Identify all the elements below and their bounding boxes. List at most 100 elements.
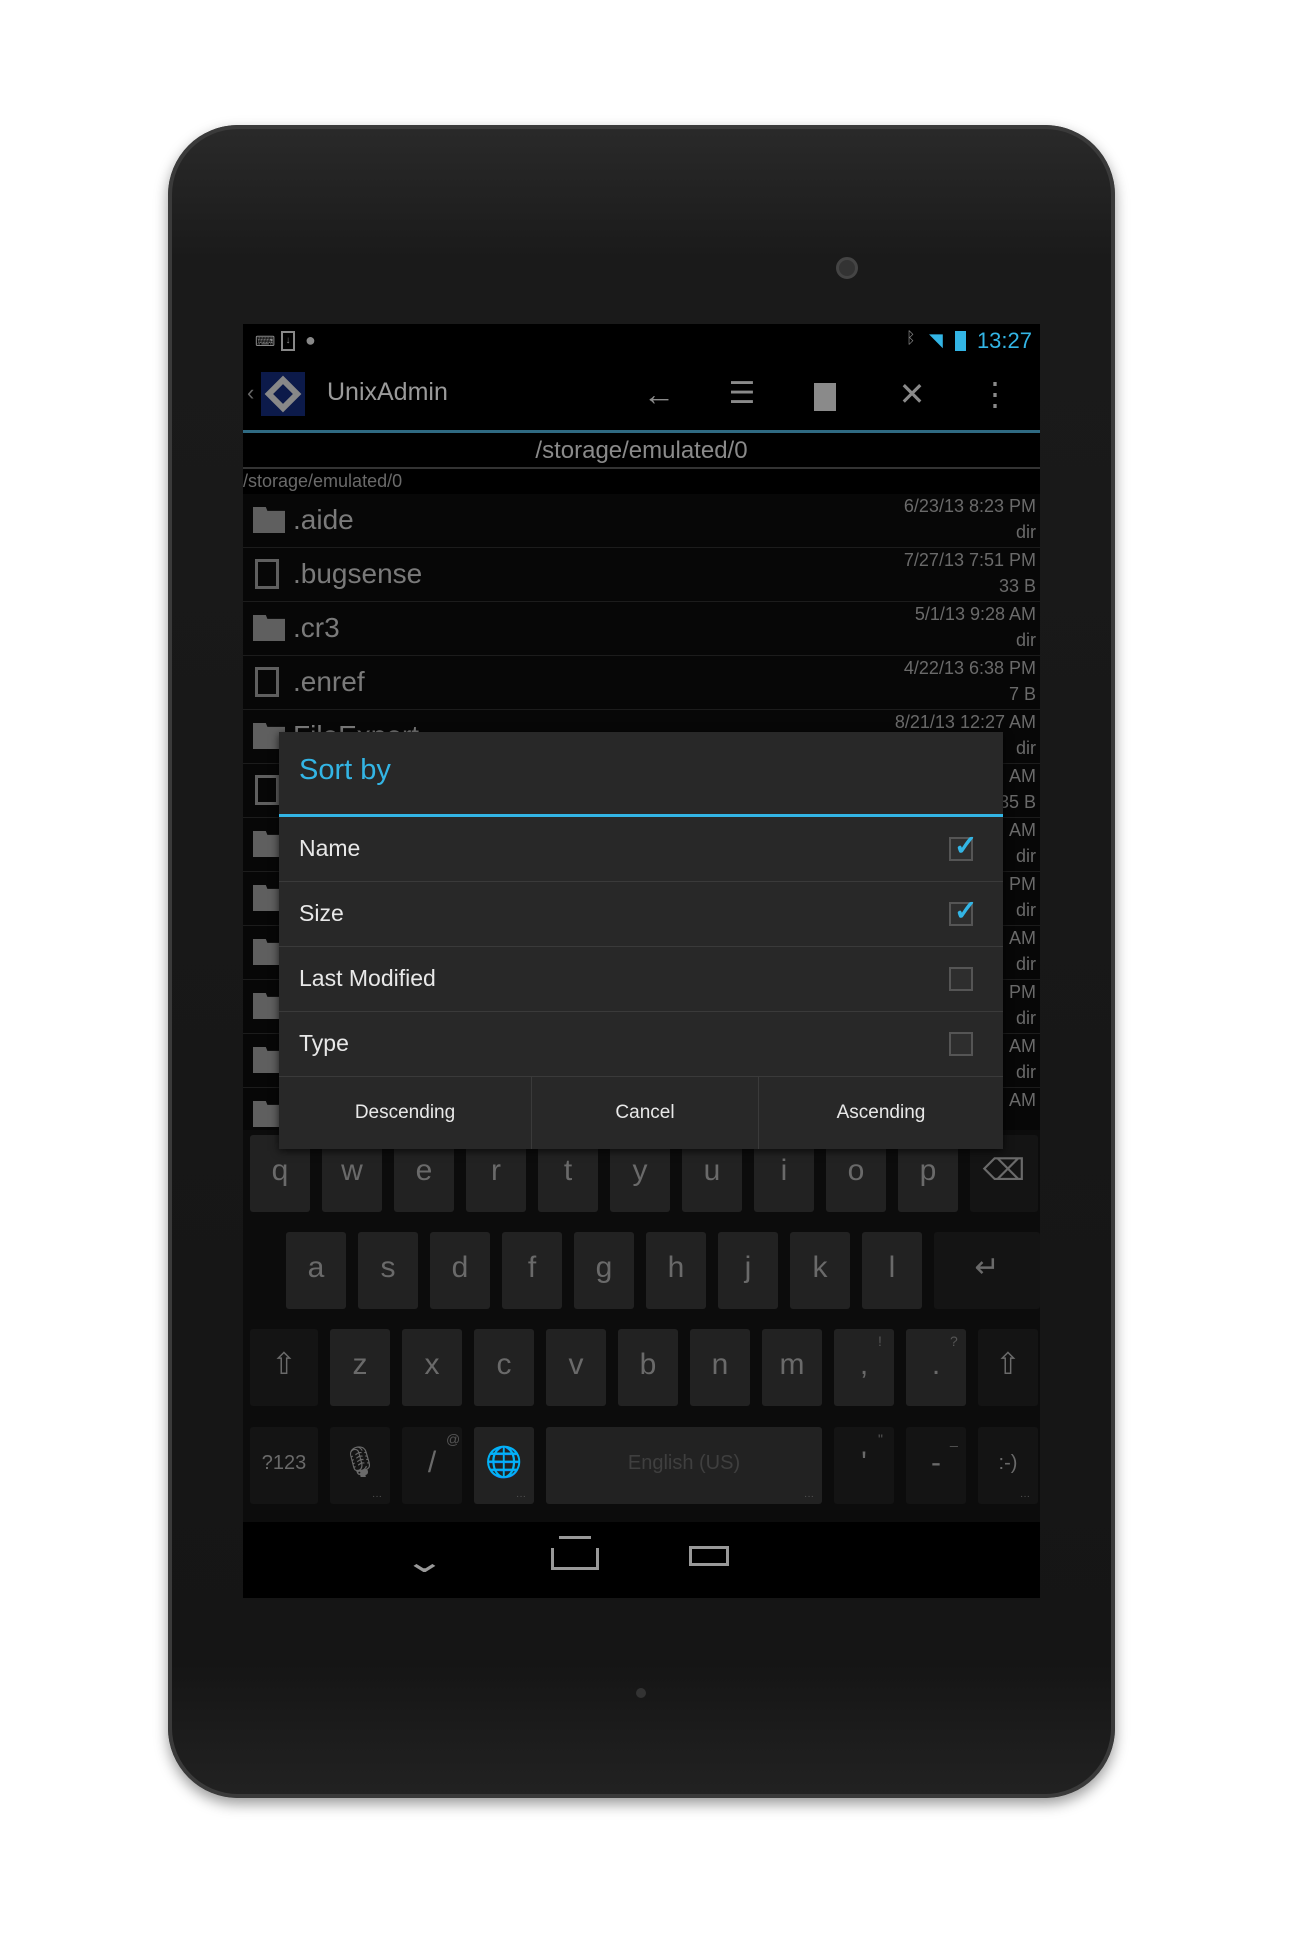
key-n[interactable]: n [690,1329,750,1406]
sort-option-name[interactable]: Name ✓ [279,817,1003,882]
file-size: dir [1015,738,1036,758]
home-roof-icon [559,1536,591,1552]
checkbox[interactable] [949,1032,973,1056]
checkbox[interactable]: ✓ [949,830,977,861]
sort-icon[interactable]: ☰ [722,374,762,414]
key-v[interactable]: v [546,1329,606,1406]
key-c[interactable]: c [474,1329,534,1406]
file-size: dir [1015,846,1036,866]
key-b[interactable]: b [618,1329,678,1406]
file-size: dir [1015,522,1036,542]
clock: 13:27 [976,328,1032,353]
file-date: AM [1009,820,1036,840]
more-keys-icon: ··· [804,1491,814,1502]
ascending-button[interactable]: Ascending [759,1076,1003,1149]
file-row[interactable]: .enref 4/22/13 6:38 PM 7 B [243,656,1040,710]
close-icon[interactable]: ✕ [892,374,932,414]
key-z[interactable]: z [330,1329,390,1406]
screen: ⌨ ↓ ● ᛒ ◥ 13:27 ‹ UnixAdmin ← ☰ ✕ ⋮ /sto… [243,324,1040,1598]
option-label: Last Modified [299,965,436,991]
up-caret-icon[interactable]: ‹ [247,380,254,406]
file-date: AM [1009,1090,1036,1110]
file-row[interactable]: .cr3 5/1/13 9:28 AM dir [243,602,1040,656]
key-g[interactable]: g [574,1232,634,1309]
cancel-button[interactable]: Cancel [532,1076,759,1149]
key-f[interactable]: f [502,1232,562,1309]
sort-option-size[interactable]: Size ✓ [279,882,1003,947]
enter-key[interactable]: ↵ [934,1232,1040,1309]
key-a[interactable]: a [286,1232,346,1309]
file-row[interactable]: .bugsense 7/27/13 7:51 PM 33 B [243,548,1040,602]
key-comma[interactable]: , [834,1329,894,1406]
file-icon [255,559,279,589]
path-header: /storage/emulated/0 [243,433,1040,469]
shift-key-right[interactable]: ⇧ [978,1329,1038,1406]
sort-option-last-modified[interactable]: Last Modified [279,947,1003,1012]
shift-key-left[interactable]: ⇧ [250,1329,318,1406]
file-row[interactable]: .aide 6/23/13 8:23 PM dir [243,494,1040,548]
keyboard-icon: ⌨ [255,333,276,349]
status-bar: ⌨ ↓ ● ᛒ ◥ 13:27 [243,324,1040,358]
recent-apps-icon[interactable] [689,1546,729,1566]
wifi-icon: ◥ [929,330,943,350]
key-d[interactable]: d [430,1232,490,1309]
download-icon: ↓ [281,331,295,351]
app-title: UnixAdmin [327,378,448,406]
app-logo[interactable] [261,372,305,416]
overflow-menu-icon[interactable]: ⋮ [975,374,1015,414]
file-date: AM [1009,928,1036,948]
folder-icon [253,507,285,533]
keyboard: q w e r t y u i o p ⌫ a s d f g h j k l ↵ ⇧ z x c v b n m,!.? ⇧ ?123 🎙 ·… [243,1130,1040,1522]
file-size: dir [1015,630,1036,650]
apostrophe-key[interactable]: ' [834,1427,894,1504]
more-keys-icon: ··· [372,1491,382,1502]
back-arrow-icon[interactable]: ← [639,374,679,414]
new-file-icon[interactable] [805,374,845,414]
key-h[interactable]: h [646,1232,706,1309]
device-sensor [636,1688,646,1698]
key-hint: " [878,1431,883,1447]
file-size: 33 B [998,576,1036,596]
key-l[interactable]: l [862,1232,922,1309]
battery-charging-icon [955,331,966,351]
key-hint: _ [950,1431,958,1447]
file-size: dir [1015,1008,1036,1028]
file-size: dir [1015,900,1036,920]
key-k[interactable]: k [790,1232,850,1309]
symbols-key[interactable]: ?123 [250,1427,318,1504]
folder-icon [253,615,285,641]
file-date: PM [1009,982,1036,1002]
key-hint: ? [950,1333,958,1349]
checkbox[interactable]: ✓ [949,895,977,926]
dialog-buttons: Descending Cancel Ascending [279,1076,1003,1149]
file-name: .aide [293,504,354,535]
key-hint: @ [446,1431,461,1447]
key-hint: ! [878,1333,882,1349]
key-j[interactable]: j [718,1232,778,1309]
descending-button[interactable]: Descending [279,1076,532,1149]
space-key[interactable]: English (US) [546,1427,822,1504]
file-size: dir [1015,954,1036,974]
key-m[interactable]: m [762,1329,822,1406]
bluetooth-icon: ᛒ [906,330,916,347]
option-label: Name [299,835,361,861]
file-name: .bugsense [293,558,423,589]
file-size: 35 B [998,792,1036,812]
checkmark-icon: ✓ [954,895,978,926]
back-down-icon[interactable]: ⌄ [403,1542,446,1580]
file-date: 7/27/13 7:51 PM [903,550,1036,570]
checkbox[interactable] [949,967,973,991]
option-label: Type [299,1030,349,1056]
dialog-title: Sort by [299,754,391,786]
file-date: PM [1009,874,1036,894]
front-camera [836,257,858,279]
key-x[interactable]: x [402,1329,462,1406]
option-label: Size [299,900,344,926]
file-date: 5/1/13 9:28 AM [914,604,1036,624]
checkmark-icon: ✓ [954,830,978,861]
key-s[interactable]: s [358,1232,418,1309]
sort-option-type[interactable]: Type [279,1012,1003,1077]
file-date: 8/21/13 12:27 AM [894,712,1036,732]
file-size: dir [1015,1062,1036,1082]
file-date: 4/22/13 6:38 PM [903,658,1036,678]
